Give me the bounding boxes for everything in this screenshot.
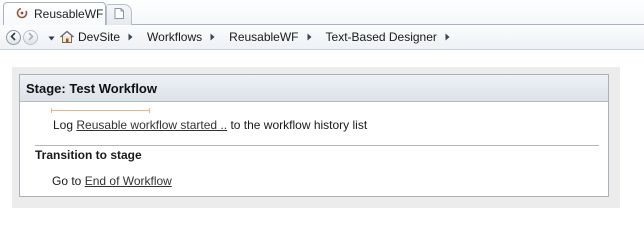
breadcrumb-item-text-based-designer[interactable]: Text-Based Designer xyxy=(323,30,461,44)
forward-arrow-icon xyxy=(26,30,35,44)
breadcrumb-item-devsite[interactable]: DevSite xyxy=(75,30,144,44)
address-bar: DevSite Workflows ReusableWF Text-Based … xyxy=(0,25,644,50)
back-arrow-icon xyxy=(9,30,18,44)
section-divider xyxy=(35,145,599,146)
stage-block[interactable]: Stage: Test Workflow Log Reusable workfl… xyxy=(19,74,609,197)
action-suffix: to the workflow history list xyxy=(230,118,368,132)
tab-reusablewf[interactable]: ReusableWF xyxy=(3,2,106,25)
home-icon[interactable] xyxy=(59,30,75,44)
insertion-marker[interactable] xyxy=(51,108,150,113)
action-verb: Log xyxy=(53,118,74,132)
goto-verb: Go to xyxy=(52,174,82,188)
breadcrumb-item-reusablewf[interactable]: ReusableWF xyxy=(226,30,322,44)
goto-action[interactable]: Go to End of Workflow xyxy=(52,174,172,188)
chevron-right-icon[interactable] xyxy=(307,33,312,41)
chevron-right-icon[interactable] xyxy=(128,33,133,41)
chevron-right-icon[interactable] xyxy=(210,33,215,41)
log-action[interactable]: Log Reusable workflow started .. to the … xyxy=(53,118,367,132)
back-button[interactable] xyxy=(6,29,21,45)
new-tab-button[interactable] xyxy=(106,4,132,25)
stage-link[interactable]: End of Workflow xyxy=(85,174,172,188)
new-tab-icon xyxy=(113,7,125,23)
tab-strip: ReusableWF xyxy=(0,0,644,25)
message-link[interactable]: Reusable workflow started .. xyxy=(76,118,227,132)
forward-button[interactable] xyxy=(23,29,38,45)
chevron-right-icon[interactable] xyxy=(445,33,450,41)
stage-title[interactable]: Stage: Test Workflow xyxy=(20,75,608,102)
transition-title: Transition to stage xyxy=(35,148,142,162)
history-dropdown[interactable] xyxy=(48,30,55,44)
tab-label: ReusableWF xyxy=(34,7,104,21)
sharepoint-spinner-icon xyxy=(16,7,28,22)
dropdown-chevron-icon xyxy=(48,30,55,44)
breadcrumb: DevSite Workflows ReusableWF Text-Based … xyxy=(59,30,461,44)
breadcrumb-item-workflows[interactable]: Workflows xyxy=(144,30,226,44)
